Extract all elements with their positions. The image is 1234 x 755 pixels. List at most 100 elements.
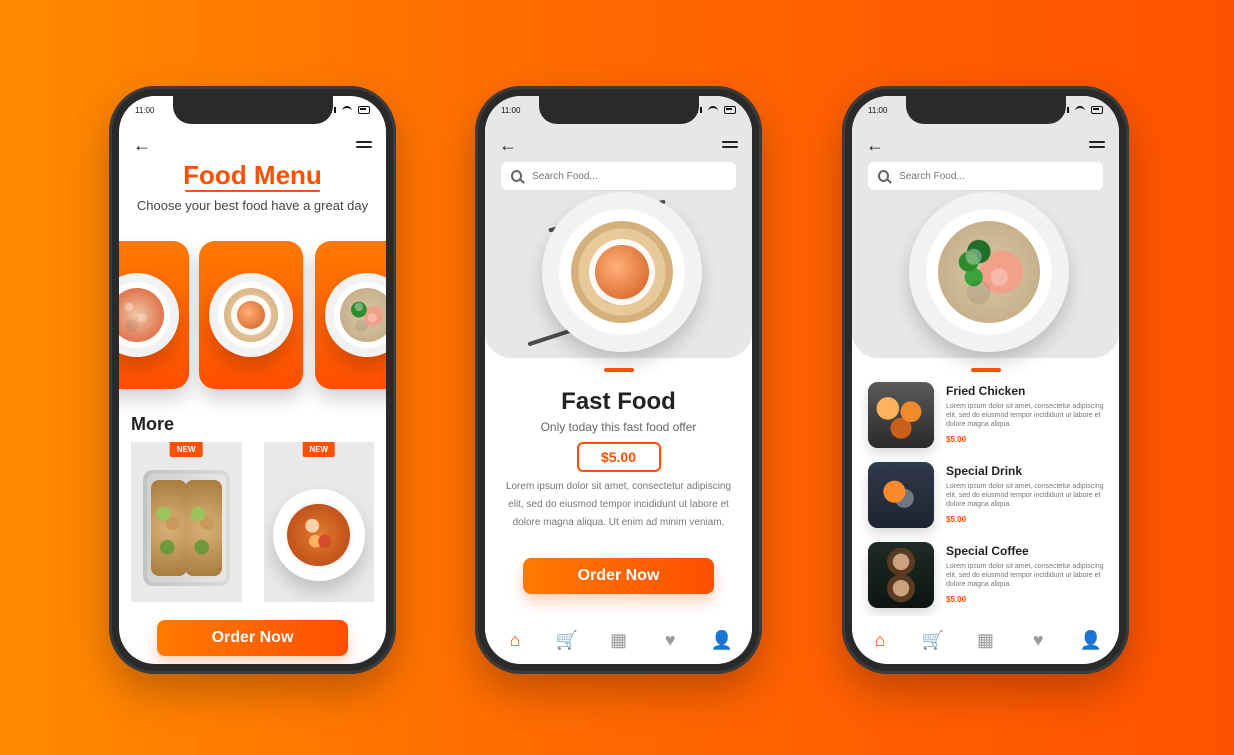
price-badge: $5.00 (576, 442, 661, 472)
curry-bowl-image (272, 488, 365, 581)
status-time: 11:00 (501, 105, 521, 115)
item-price: $5.00 (946, 515, 967, 524)
carousel-card[interactable] (119, 241, 189, 389)
item-text: Special Coffee Lorem ipsum dolor sit ame… (946, 542, 1104, 604)
search-bar[interactable] (501, 162, 736, 190)
item-description: Lorem ipsum dolor sit amet, consectetur … (946, 403, 1104, 428)
food-list: Fried Chicken Lorem ipsum dolor sit amet… (868, 382, 1105, 614)
bottom-nav: ⌂ 🛒 ▦ ♥ 👤 (852, 616, 1119, 664)
item-title: Special Drink (946, 464, 1023, 478)
item-title: Special Coffee (946, 544, 1029, 558)
screen: 11:00 ← Food Menu Choose your best food … (119, 96, 386, 664)
food-tile[interactable]: NEW (263, 442, 374, 602)
sauce-bowl (594, 244, 650, 300)
title-underline (185, 190, 320, 192)
phone-fast-food: 11:00 ← Fast Food (475, 86, 762, 674)
phone-food-menu: 11:00 ← Food Menu Choose your best food … (109, 86, 396, 674)
list-item[interactable]: Special Drink Lorem ipsum dolor sit amet… (868, 462, 1105, 530)
status-icons (326, 106, 370, 114)
search-icon (878, 170, 890, 182)
wifi-icon (342, 106, 352, 114)
wifi-icon (708, 106, 718, 114)
special-coffee-thumbnail (868, 542, 934, 608)
carousel-card[interactable] (315, 241, 386, 389)
battery-icon (1091, 106, 1103, 114)
thumbnail-image (868, 382, 934, 448)
search-input[interactable] (897, 169, 1093, 183)
page-title: Fast Food (561, 388, 676, 415)
item-description: Lorem ipsum dolor sit amet, consectetur … (946, 563, 1104, 588)
menu-icon[interactable] (356, 140, 372, 150)
page-subtitle: Choose your best food have a great day (136, 198, 369, 213)
item-title: Fried Chicken (946, 384, 1026, 398)
fried-chicken-thumbnail (868, 382, 934, 448)
food-image (209, 273, 293, 357)
menu-icon[interactable] (1089, 140, 1105, 150)
food-fill (340, 288, 386, 342)
screen: 11:00 ← Fast Food (485, 96, 752, 664)
battery-icon (358, 106, 370, 114)
item-description: Lorem ipsum dolor sit amet, consectetur … (946, 483, 1104, 508)
food-fill (937, 220, 1041, 324)
food-image (119, 273, 179, 357)
page-title: Food Menu (183, 160, 322, 190)
special-drink-thumbnail (868, 462, 934, 528)
hero-image-area: ← (852, 96, 1119, 358)
top-nav: ← (119, 130, 386, 160)
cart-icon[interactable]: 🛒 (922, 630, 944, 650)
wifi-icon (1075, 106, 1085, 114)
more-grid: NEW NEW (131, 442, 374, 602)
battery-icon (724, 106, 736, 114)
food-tile[interactable]: NEW (131, 442, 242, 602)
meal-prep-image (143, 470, 230, 586)
hero-image-area: ← (485, 96, 752, 358)
dumplings-image (542, 192, 702, 352)
thumbnail-image (868, 542, 934, 608)
heart-icon[interactable]: ♥ (660, 630, 680, 650)
item-price: $5.00 (946, 435, 967, 444)
status-icons (1059, 106, 1103, 114)
notch (538, 96, 699, 124)
home-icon[interactable]: ⌂ (505, 630, 525, 650)
list-item[interactable]: Special Coffee Lorem ipsum dolor sit ame… (868, 542, 1105, 610)
carousel-indicator (970, 368, 1001, 372)
notch (905, 96, 1066, 124)
new-badge: NEW (169, 442, 203, 457)
home-icon[interactable]: ⌂ (870, 630, 890, 650)
bottom-nav: ⌂ 🛒 ▦ ♥ 👤 (485, 616, 752, 664)
item-text: Special Drink Lorem ipsum dolor sit amet… (946, 462, 1104, 524)
menu-icon[interactable] (722, 140, 738, 150)
more-title: More (131, 414, 175, 434)
search-bar[interactable] (868, 162, 1103, 190)
salmon-salad-image (909, 192, 1069, 352)
description: Lorem ipsum dolor sit amet, consectetur … (505, 481, 732, 528)
order-now-button[interactable]: Order Now (523, 558, 714, 594)
search-input[interactable] (530, 169, 726, 183)
cart-icon[interactable]: 🛒 (556, 630, 578, 650)
back-icon[interactable]: ← (133, 136, 151, 154)
top-nav: ← (485, 130, 752, 160)
screen: 11:00 ← Search Food... Fried Chicken Lor… (852, 96, 1119, 664)
status-time: 11:00 (135, 105, 155, 115)
back-icon[interactable]: ← (499, 136, 517, 154)
grid-icon[interactable]: ▦ (609, 630, 629, 650)
food-image (325, 273, 386, 357)
user-icon[interactable]: 👤 (1080, 630, 1102, 650)
item-text: Fried Chicken Lorem ipsum dolor sit amet… (946, 382, 1104, 444)
back-icon[interactable]: ← (866, 136, 884, 154)
thumbnail-image (868, 462, 934, 528)
phone-food-list: 11:00 ← Search Food... Fried Chicken Lor… (842, 86, 1129, 674)
heart-icon[interactable]: ♥ (1028, 630, 1048, 650)
carousel-card[interactable] (199, 241, 303, 389)
food-fill (119, 288, 164, 342)
page-subtitle: Only today this fast food offer (540, 420, 697, 434)
food-carousel[interactable] (119, 241, 386, 391)
list-item[interactable]: Fried Chicken Lorem ipsum dolor sit amet… (868, 382, 1105, 450)
search-icon (511, 170, 523, 182)
status-time: 11:00 (868, 105, 888, 115)
user-icon[interactable]: 👤 (711, 630, 733, 650)
grid-icon[interactable]: ▦ (976, 630, 996, 650)
notch (172, 96, 333, 124)
carousel-indicator (603, 368, 634, 372)
order-now-button[interactable]: Order Now (157, 620, 348, 656)
